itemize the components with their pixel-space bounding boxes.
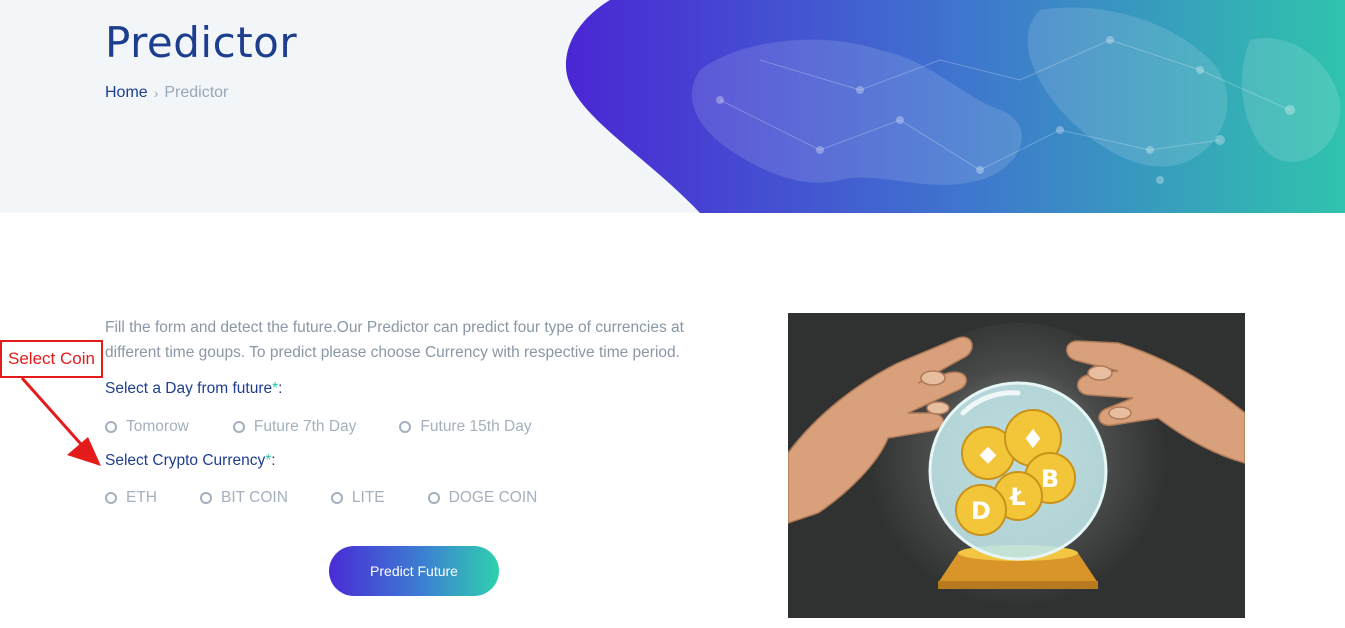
- radio-button[interactable]: [105, 492, 117, 504]
- coin-option-bitcoin[interactable]: BIT COIN: [200, 489, 288, 507]
- coin-option-lite[interactable]: LITE: [330, 489, 385, 507]
- radio-button[interactable]: [232, 421, 245, 433]
- coin-field-label: Select Crypto Currency*:: [105, 452, 276, 470]
- page-header: Predictor Home › Predictor: [0, 0, 1345, 213]
- radio-label: DOGE COIN: [448, 489, 538, 506]
- coin-radio-group: ETH BIT COIN LITE DOGE COIN: [105, 489, 537, 507]
- intro-text: Fill the form and detect the future.Our …: [105, 319, 684, 361]
- annotation-label: Select Coin: [8, 349, 95, 368]
- radio-label: LITE: [351, 489, 385, 506]
- radio-button[interactable]: [399, 421, 412, 433]
- radio-label: Future 7th Day: [253, 418, 357, 435]
- day-field-label: Select a Day from future*:: [105, 380, 282, 398]
- page-title: Predictor: [105, 18, 298, 67]
- svg-text:D: D: [971, 497, 991, 525]
- predict-future-button[interactable]: Predict Future: [329, 546, 499, 596]
- annotation-arrow: [20, 377, 101, 466]
- label-suffix: :: [271, 452, 276, 469]
- radio-label: BIT COIN: [221, 489, 288, 506]
- day-option-15th[interactable]: Future 15th Day: [399, 418, 532, 436]
- coin-option-doge[interactable]: DOGE COIN: [427, 489, 538, 507]
- crystal-ball-illustration: ◆ ♦ B Ł D: [788, 313, 1245, 618]
- day-option-7th[interactable]: Future 7th Day: [232, 418, 357, 436]
- radio-label: Future 15th Day: [420, 418, 532, 435]
- label-suffix: :: [278, 380, 283, 397]
- annotation-callout: Select Coin: [0, 340, 103, 378]
- coin-label-text: Select Crypto Currency: [105, 452, 266, 469]
- radio-label: ETH: [126, 489, 157, 506]
- svg-text:◆: ◆: [980, 442, 997, 467]
- radio-button[interactable]: [427, 492, 440, 504]
- day-label-text: Select a Day from future: [105, 380, 273, 397]
- predictor-page: Predictor Home › Predictor Fill the form…: [0, 0, 1345, 628]
- chevron-right-icon: ›: [153, 85, 159, 101]
- radio-label: Tomorow: [126, 418, 189, 435]
- radio-button[interactable]: [330, 492, 343, 504]
- svg-text:Ł: Ł: [1008, 483, 1025, 511]
- breadcrumb: Home › Predictor: [105, 84, 228, 102]
- svg-text:♦: ♦: [1021, 425, 1044, 455]
- radio-button[interactable]: [200, 492, 212, 504]
- svg-text:B: B: [1041, 465, 1059, 493]
- coin-option-eth[interactable]: ETH: [105, 489, 157, 507]
- day-radio-group: Tomorow Future 7th Day Future 15th Day: [105, 418, 532, 436]
- breadcrumb-current: Predictor: [164, 84, 229, 101]
